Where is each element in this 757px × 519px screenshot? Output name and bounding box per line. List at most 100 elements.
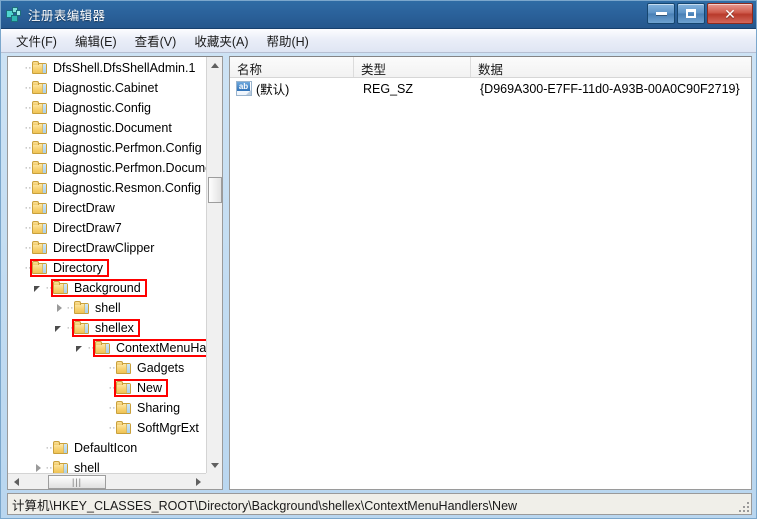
- folder-icon: [53, 461, 69, 473]
- scroll-down-button[interactable]: [207, 457, 222, 473]
- tree-item-diagnostic-resmon-config[interactable]: ·· Diagnostic.Resmon.Config: [8, 178, 206, 198]
- tree-item-label: DefaultIcon: [74, 441, 138, 455]
- tree-item-dfsshell-dfsshelladmin-1[interactable]: ·· DfsShell.DfsShellAdmin.1: [8, 58, 206, 78]
- tree-item-label: New: [137, 381, 163, 395]
- tree-item-defaulticon[interactable]: ·· DefaultIcon: [8, 438, 206, 458]
- string-value-icon: ab: [236, 81, 252, 96]
- folder-icon: [116, 361, 132, 375]
- scroll-left-button[interactable]: [8, 474, 24, 489]
- title-bar[interactable]: 注册表编辑器 ✕: [1, 1, 756, 29]
- folder-icon: [32, 81, 48, 95]
- value-row[interactable]: ab (默认) REG_SZ {D969A300-E7FF-11d0-A93B-00A…: [230, 78, 751, 99]
- status-bar-path: 计算机\HKEY_CLASSES_ROOT\Directory\Backgrou…: [12, 498, 518, 513]
- tree-item-background[interactable]: ·· Background: [8, 278, 206, 298]
- folder-icon: [95, 341, 111, 355]
- tree-item-softmgrext[interactable]: ·· SoftMgrExt: [8, 418, 206, 438]
- scroll-up-button[interactable]: [207, 57, 222, 73]
- tree-item-label: shellex: [95, 321, 134, 335]
- tree-connector-icon: ··: [45, 281, 53, 294]
- tree-connector-icon: ··: [108, 381, 116, 394]
- scroll-right-button[interactable]: [190, 474, 206, 489]
- column-header-type[interactable]: 类型: [354, 57, 471, 77]
- expand-arrow-icon-open[interactable]: [54, 323, 65, 334]
- tree-connector-icon: ··: [87, 341, 95, 354]
- tree-item-label: DirectDraw7: [53, 221, 122, 235]
- folder-icon: [32, 121, 48, 135]
- tree-connector-icon: ··: [45, 441, 53, 454]
- scroll-down-arrow-icon: [211, 462, 219, 468]
- minimize-button[interactable]: [647, 3, 675, 24]
- tree-item-label: Diagnostic.Resmon.Config: [53, 181, 201, 195]
- tree-item-diagnostic-config[interactable]: ·· Diagnostic.Config: [8, 98, 206, 118]
- tree-item-directory[interactable]: ·· Directory: [8, 258, 206, 278]
- menu-favorites[interactable]: 收藏夹(A): [185, 29, 257, 52]
- registry-key-tree[interactable]: ·· DfsShell.DfsShellAdmin.1 ·· Diagnostic.C…: [7, 56, 223, 490]
- menu-file[interactable]: 文件(F): [7, 29, 66, 52]
- scroll-up-arrow-icon: [211, 62, 219, 68]
- expand-arrow-icon-open[interactable]: [75, 343, 86, 354]
- tree-item-contextmenuhandlers[interactable]: ·· ContextMenuHandlers: [8, 338, 206, 358]
- folder-icon: [32, 261, 48, 275]
- tree-row-list: ·· DfsShell.DfsShellAdmin.1 ·· Diagnostic.C…: [8, 58, 206, 473]
- expand-arrow-icon-closed[interactable]: [33, 463, 44, 474]
- tree-connector-icon: ··: [24, 261, 32, 274]
- tree-item-label: DirectDrawClipper: [53, 241, 155, 255]
- tree-connector-icon: ··: [24, 221, 32, 234]
- tree-vscroll-thumb[interactable]: [208, 177, 222, 203]
- tree-connector-icon: ··: [24, 101, 32, 114]
- tree-item-shellex[interactable]: ·· shellex: [8, 318, 206, 338]
- folder-icon: [53, 441, 69, 455]
- tree-vertical-scrollbar[interactable]: [206, 57, 222, 473]
- tree-connector-icon: ··: [24, 121, 32, 134]
- menu-help[interactable]: 帮助(H): [257, 29, 317, 52]
- tree-connector-icon: ··: [45, 461, 53, 473]
- expand-arrow-icon-closed[interactable]: [54, 303, 65, 314]
- tree-connector-icon: ··: [66, 301, 74, 314]
- tree-item-directdraw[interactable]: ·· DirectDraw: [8, 198, 206, 218]
- value-data-cell: {D969A300-E7FF-11d0-A93B-00A0C90F2719}: [480, 81, 740, 96]
- tree-item-directdrawclipper[interactable]: ·· DirectDrawClipper: [8, 238, 206, 258]
- column-header-name[interactable]: 名称: [230, 57, 354, 77]
- maximize-button[interactable]: [677, 3, 705, 24]
- tree-hscroll-thumb[interactable]: |||: [48, 475, 106, 489]
- tree-horizontal-scrollbar[interactable]: |||: [8, 473, 206, 489]
- menu-view[interactable]: 查看(V): [126, 29, 186, 52]
- tree-item-directdraw7[interactable]: ·· DirectDraw7: [8, 218, 206, 238]
- tree-item-shell[interactable]: ·· shell: [8, 458, 206, 473]
- tree-item-label: Diagnostic.Perfmon.Config: [53, 141, 202, 155]
- minimize-icon: [655, 12, 667, 15]
- scroll-left-arrow-icon: [13, 478, 19, 486]
- tree-item-new[interactable]: ·· New: [8, 378, 206, 398]
- expand-arrow-icon-open[interactable]: [33, 283, 44, 294]
- menu-edit[interactable]: 编辑(E): [66, 29, 126, 52]
- registry-values-list[interactable]: 名称 类型 数据 ab (默认) REG_SZ {D969A300-E7FF-11d0…: [229, 56, 752, 490]
- tree-item-sharing[interactable]: ·· Sharing: [8, 398, 206, 418]
- tree-connector-icon: ··: [66, 321, 74, 334]
- tree-item-label: Diagnostic.Document: [53, 121, 172, 135]
- tree-item-label: DfsShell.DfsShellAdmin.1: [53, 61, 196, 75]
- resize-grip-icon[interactable]: [738, 501, 749, 512]
- value-name-text: (默认): [256, 83, 290, 97]
- folder-icon: [32, 241, 48, 255]
- close-button[interactable]: ✕: [707, 3, 753, 24]
- tree-item-diagnostic-cabinet[interactable]: ·· Diagnostic.Cabinet: [8, 78, 206, 98]
- tree-item-diagnostic-perfmon-config[interactable]: ·· Diagnostic.Perfmon.Config: [8, 138, 206, 158]
- menu-bar: 文件(F) 编辑(E) 查看(V) 收藏夹(A) 帮助(H): [1, 29, 756, 53]
- column-header-data[interactable]: 数据: [471, 57, 751, 77]
- tree-item-diagnostic-perfmon-documen[interactable]: ·· Diagnostic.Perfmon.Documen: [8, 158, 206, 178]
- folder-icon: [32, 141, 48, 155]
- folder-icon: [32, 61, 48, 75]
- tree-item-label: Diagnostic.Perfmon.Documen: [53, 161, 206, 175]
- tree-item-shell[interactable]: ·· shell: [8, 298, 206, 318]
- tree-item-diagnostic-document[interactable]: ·· Diagnostic.Document: [8, 118, 206, 138]
- tree-item-gadgets[interactable]: ·· Gadgets: [8, 358, 206, 378]
- tree-item-label: Diagnostic.Config: [53, 101, 151, 115]
